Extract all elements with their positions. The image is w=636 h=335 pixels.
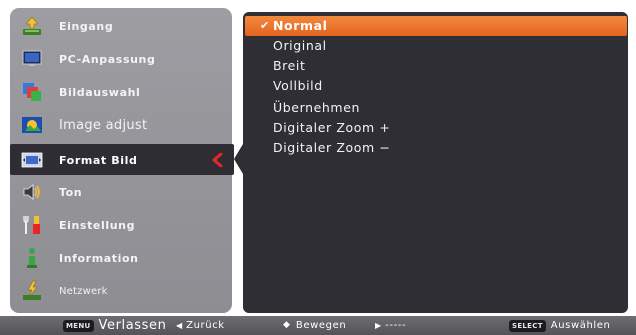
option-label: Normal	[273, 18, 328, 33]
menu-item-label: Eingang	[59, 20, 114, 33]
option-label: Digitaler Zoom −	[273, 140, 391, 155]
option-breit[interactable]: Breit	[243, 56, 628, 76]
option-normal[interactable]: ✔ Normal	[245, 16, 627, 36]
image-adjust-icon	[20, 113, 44, 137]
pc-monitor-icon	[20, 47, 44, 71]
option-label: Digitaler Zoom +	[273, 120, 391, 135]
menu-item-label: Bildauswahl	[59, 86, 141, 99]
format-screen-icon	[20, 148, 44, 172]
select-label: Auswählen	[550, 320, 611, 331]
back-hint: ◀ Zurück	[176, 316, 225, 335]
move-label: Bewegen	[295, 320, 347, 331]
input-icon	[20, 14, 44, 38]
next-label: -----	[385, 320, 407, 331]
menu-item-label: Image adjust	[59, 118, 148, 133]
network-icon	[20, 279, 44, 303]
projector-osd: Eingang PC-Anpassung Bildauswahl Image a…	[0, 0, 636, 335]
menu-item-label: Information	[59, 252, 139, 265]
menu-item-eingang[interactable]: Eingang	[10, 10, 232, 43]
move-hint: ◆ Bewegen	[283, 316, 346, 335]
selection-pointer	[234, 144, 243, 174]
menu-item-pc-anpassung[interactable]: PC-Anpassung	[10, 43, 232, 76]
menu-item-ton[interactable]: Ton	[10, 176, 232, 209]
exit-label: Verlassen	[98, 318, 167, 333]
selection-arrow-icon	[210, 152, 224, 168]
menu-item-label: Einstellung	[59, 219, 136, 232]
exit-hint: MENU Verlassen	[63, 316, 167, 335]
menu-item-format-bild[interactable]: Format Bild	[10, 144, 243, 175]
next-hint: ▶ -----	[375, 316, 406, 335]
menu-item-label: Netzwerk	[59, 286, 108, 297]
menu-item-label: Format Bild	[59, 154, 138, 167]
next-arrow-icon: ▶	[375, 321, 382, 330]
option-uebernehmen[interactable]: Übernehmen	[243, 98, 628, 118]
option-digital-zoom-minus[interactable]: Digitaler Zoom −	[243, 138, 628, 158]
option-vollbild[interactable]: Vollbild	[243, 76, 628, 96]
back-label: Zurück	[186, 320, 225, 331]
help-bar: MENU Verlassen ◀ Zurück ◆ Bewegen ▶ ----…	[0, 316, 636, 335]
menu-item-label: PC-Anpassung	[59, 53, 156, 66]
main-menu-panel: Eingang PC-Anpassung Bildauswahl Image a…	[10, 8, 243, 313]
option-label: Vollbild	[273, 78, 323, 93]
back-arrow-icon: ◀	[176, 321, 183, 330]
tools-icon	[20, 213, 44, 237]
option-original[interactable]: Original	[243, 36, 628, 56]
speaker-icon	[20, 180, 44, 204]
select-key-icon: SELECT	[509, 319, 546, 332]
info-icon	[20, 246, 44, 270]
menu-item-netzwerk[interactable]: Netzwerk	[10, 275, 232, 308]
menu-item-einstellung[interactable]: Einstellung	[10, 209, 232, 242]
menu-item-bildauswahl[interactable]: Bildauswahl	[10, 76, 232, 109]
image-select-icon	[20, 80, 44, 104]
option-digital-zoom-plus[interactable]: Digitaler Zoom +	[243, 118, 628, 138]
move-arrows-icon: ◆	[283, 320, 290, 330]
select-hint: SELECT Auswählen	[509, 316, 610, 335]
checkmark-icon: ✔	[260, 19, 270, 32]
format-options-panel: ✔ Normal Original Breit Vollbild Überneh…	[243, 12, 628, 313]
option-label: Übernehmen	[273, 100, 361, 115]
menu-item-label: Ton	[59, 186, 83, 199]
menu-key-icon: MENU	[63, 319, 94, 332]
option-label: Breit	[273, 58, 306, 73]
option-label: Original	[273, 38, 327, 53]
menu-item-image-adjust[interactable]: Image adjust	[10, 109, 232, 142]
menu-item-information[interactable]: Information	[10, 242, 232, 275]
